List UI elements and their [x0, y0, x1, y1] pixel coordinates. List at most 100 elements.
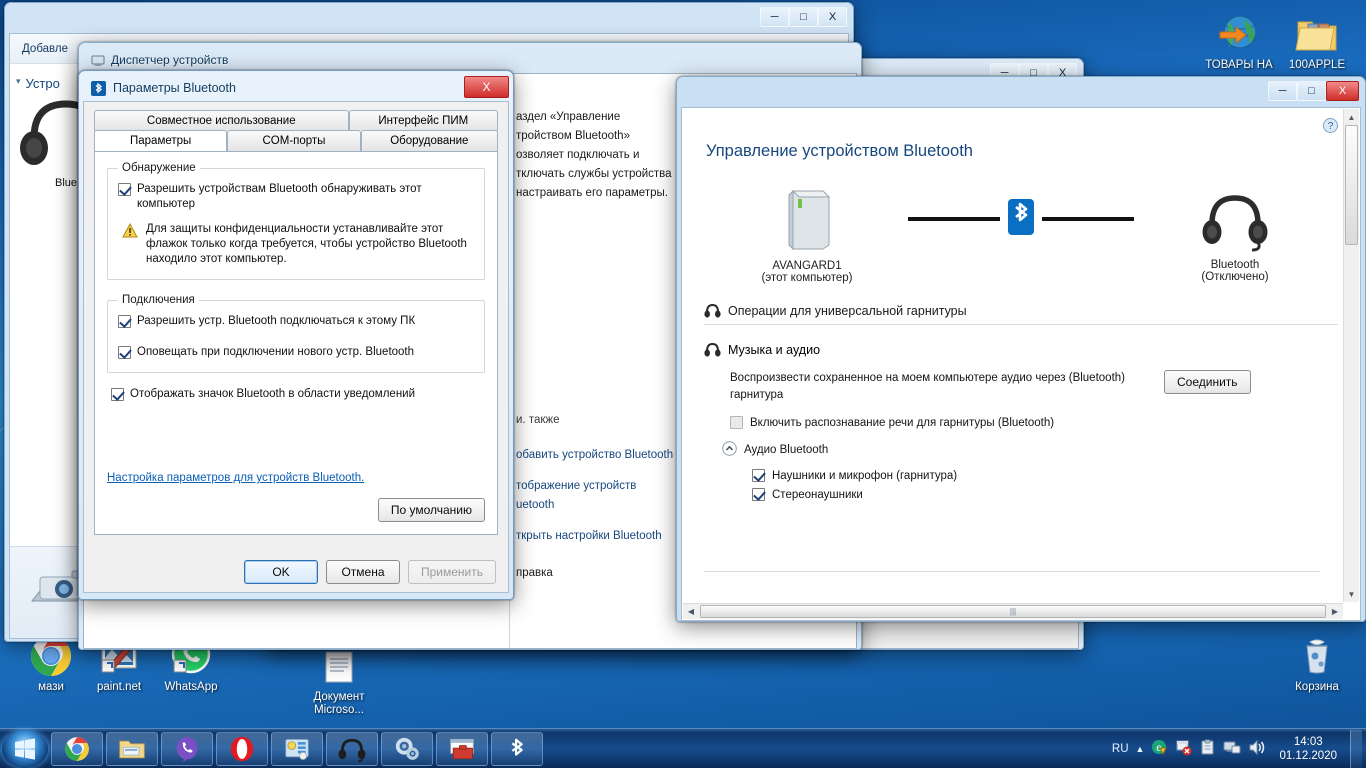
defaults-button[interactable]: По умолчанию — [377, 498, 485, 522]
devices-toolbar-label[interactable]: Добавле — [22, 43, 68, 55]
tray-language[interactable]: RU — [1112, 743, 1129, 755]
bt-management-window-controls[interactable]: ─ □ X — [1268, 81, 1359, 101]
bt-management-titlebar[interactable]: ─ □ X — [681, 81, 1361, 107]
desktop-icon-recycle-bin[interactable]: Корзина — [1274, 628, 1360, 694]
bluetooth-icon — [91, 80, 106, 96]
bt-settings-tabstrip[interactable]: Совместное использование Интерфейс ПИМ П… — [94, 110, 498, 152]
allow-connect-row[interactable]: Разрешить устр. Bluetooth подключаться к… — [118, 314, 474, 329]
connection-line-right — [1042, 216, 1134, 221]
bt-management-body: ? Управление устройством Bluetooth AVANG… — [681, 107, 1361, 621]
maximize-button[interactable]: □ — [789, 7, 818, 27]
horizontal-scroll-thumb[interactable]: ||| — [700, 605, 1326, 618]
system-tray[interactable]: RU ▲ e 14:03 01.12.2020 — [1112, 729, 1366, 768]
taskbar-item-bluetooth[interactable] — [491, 731, 543, 766]
minimize-button[interactable]: ─ — [1268, 81, 1297, 101]
viber-icon — [176, 736, 198, 762]
bluetooth-icon — [511, 738, 523, 756]
taskbar-item-explorer[interactable] — [106, 731, 158, 766]
apply-button[interactable]: Применить — [407, 560, 496, 584]
taskbar-item-opera[interactable] — [216, 731, 268, 766]
maximize-button[interactable]: □ — [1297, 81, 1326, 101]
close-button[interactable]: X — [818, 7, 847, 27]
local-computer-node[interactable]: AVANGARD1 (этот компьютер) — [712, 187, 902, 284]
headset-mic-checkbox[interactable] — [752, 469, 765, 482]
clock-time: 14:03 — [1293, 735, 1323, 748]
close-button[interactable]: X — [1326, 81, 1359, 101]
clock[interactable]: 14:03 01.12.2020 — [1273, 735, 1343, 763]
tab-com-ports[interactable]: COM-порты — [227, 130, 361, 151]
settings-link-text[interactable]: Настройка параметров для устройств Bluet… — [107, 472, 364, 484]
notify-connect-label: Оповещать при подключении нового устр. B… — [137, 346, 415, 358]
chevron-up-icon[interactable]: ▲ — [1136, 744, 1145, 754]
close-button[interactable]: X — [464, 76, 509, 98]
taskbar-item-chrome[interactable] — [51, 731, 103, 766]
audio-item-headset-mic[interactable]: Наушники и микрофон (гарнитура) — [752, 469, 1338, 482]
audio-bluetooth-group-header[interactable]: Аудио Bluetooth — [722, 441, 1338, 459]
headset-icon — [338, 738, 366, 762]
toolbox-icon — [450, 738, 474, 759]
vertical-scrollbar[interactable]: ▲ ▼ — [1343, 109, 1359, 602]
discovery-checkbox[interactable] — [118, 183, 131, 196]
help-icon[interactable]: ? — [1323, 118, 1338, 136]
antivirus-warning-icon[interactable]: e — [1151, 739, 1168, 759]
remote-device-node[interactable]: Bluetooth (Отключено) — [1140, 188, 1330, 283]
horizontal-scrollbar[interactable]: ◀ ||| ▶ — [683, 603, 1343, 619]
minimize-button[interactable]: ─ — [760, 7, 789, 27]
speech-recognition-row[interactable]: Включить распознавание речи для гарнитур… — [730, 416, 1338, 429]
speech-recognition-checkbox[interactable] — [730, 416, 743, 429]
volume-icon[interactable] — [1248, 739, 1266, 759]
taskbar-item-settings[interactable] — [381, 731, 433, 766]
desktop-icon-100apple[interactable]: 100APPLE — [1274, 6, 1360, 72]
scroll-left-arrow[interactable]: ◀ — [683, 604, 699, 619]
devices-window-controls[interactable]: ─ □ X — [760, 7, 847, 27]
scroll-down-arrow[interactable]: ▼ — [1344, 586, 1359, 602]
bt-settings-titlebar[interactable]: Параметры Bluetooth X — [83, 75, 509, 101]
settings-link[interactable]: Настройка параметров для устройств Bluet… — [107, 470, 364, 484]
headset-icon — [704, 342, 721, 357]
svg-text:?: ? — [1328, 121, 1334, 132]
connect-button[interactable]: Соединить — [1164, 370, 1251, 394]
allow-connect-checkbox[interactable] — [118, 315, 131, 328]
scroll-right-arrow[interactable]: ▶ — [1327, 604, 1343, 619]
discovery-checkbox-row[interactable]: Разрешить устройствам Bluetooth обнаружи… — [118, 182, 474, 212]
tab-sharing[interactable]: Совместное использование — [94, 110, 349, 131]
show-tray-icon-checkbox[interactable] — [111, 388, 124, 401]
ok-button[interactable]: OK — [243, 560, 318, 584]
taskbar-item-toolbox[interactable] — [436, 731, 488, 766]
taskbar[interactable]: RU ▲ e 14:03 01.12.2020 — [0, 728, 1366, 768]
stereo-headphones-checkbox[interactable] — [752, 488, 765, 501]
desktop-icon-tovary[interactable]: ТОВАРЫ НА — [1196, 6, 1282, 72]
tab-parameters[interactable]: Параметры — [94, 130, 228, 151]
flag-error-icon[interactable] — [1175, 739, 1192, 759]
taskbar-item-viber[interactable] — [161, 731, 213, 766]
start-button[interactable] — [2, 729, 48, 768]
speech-recognition-label: Включить распознавание речи для гарнитур… — [750, 416, 1055, 429]
show-tray-icon-row[interactable]: Отображать значок Bluetooth в области ув… — [111, 387, 485, 402]
taskbar-item-headset[interactable] — [326, 731, 378, 766]
audio-item-stereo[interactable]: Стереонаушники — [752, 488, 1338, 501]
scroll-up-arrow[interactable]: ▲ — [1344, 109, 1359, 125]
bt-settings-window-controls[interactable]: X — [464, 76, 509, 98]
headset-mic-label: Наушники и микрофон (гарнитура) — [772, 469, 958, 482]
vertical-scroll-thumb[interactable] — [1345, 125, 1358, 245]
bluetooth-device-management-window[interactable]: ─ □ X ? Управление устройством Bluetooth — [676, 76, 1366, 622]
show-desktop-button[interactable] — [1350, 729, 1362, 768]
tab-hardware[interactable]: Оборудование — [360, 130, 498, 151]
device-manager-icon — [91, 53, 105, 67]
taskbar-item-control-panel[interactable] — [271, 731, 323, 766]
local-device-name: AVANGARD1 — [772, 260, 842, 272]
help-link[interactable]: правка — [516, 567, 553, 579]
clipboard-icon[interactable] — [1199, 739, 1216, 759]
music-description: Воспроизвести сохраненное на моем компью… — [730, 372, 1125, 401]
chevron-up-icon[interactable] — [722, 441, 737, 459]
devices-window-titlebar[interactable]: ─ □ X — [9, 7, 849, 33]
notify-connect-row[interactable]: Оповещать при подключении нового устр. B… — [118, 345, 474, 360]
cancel-button[interactable]: Отмена — [325, 560, 400, 584]
bluetooth-settings-dialog[interactable]: Параметры Bluetooth X Совместное использ… — [78, 70, 514, 600]
remote-device-name: Bluetooth — [1210, 259, 1260, 271]
section-title: Музыка и аудио — [728, 342, 821, 357]
notify-connect-checkbox[interactable] — [118, 346, 131, 359]
tab-pim-interface[interactable]: Интерфейс ПИМ — [348, 110, 498, 131]
network-icon[interactable] — [1223, 739, 1241, 759]
windows-start-icon — [15, 737, 35, 760]
